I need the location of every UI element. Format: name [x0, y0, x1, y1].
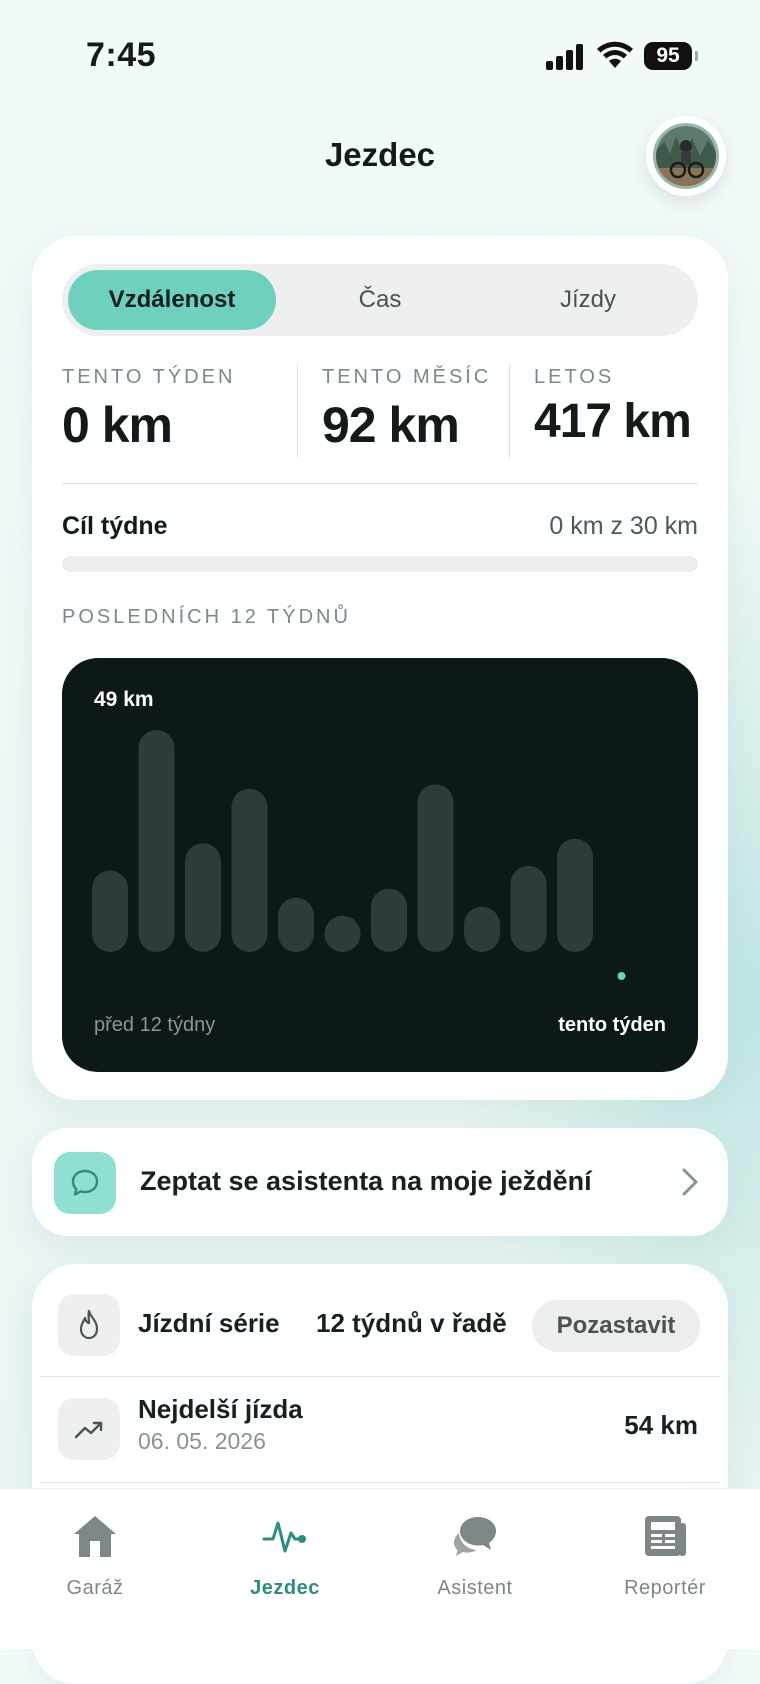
longest-ride-date: 06. 05. 2026: [138, 1428, 266, 1454]
status-bar: 7:45 95: [0, 0, 760, 110]
ask-assistant-button[interactable]: Zeptat se asistenta na moje ježdění: [32, 1128, 728, 1236]
streak-value: 12 týdnů v řadě: [316, 1308, 507, 1338]
chart-bar-week-10: [510, 865, 547, 952]
weekly-goal-progress: [62, 556, 698, 572]
chart-end-label: tento týden: [558, 1014, 666, 1036]
chart-start-label: před 12 týdny: [94, 1014, 216, 1036]
divider: [40, 1482, 720, 1483]
weekly-goal-value: 0 km z 30 km: [549, 512, 698, 540]
newspaper-icon: [645, 1516, 686, 1556]
divider: [509, 364, 510, 458]
divider: [297, 364, 298, 458]
chart-bar-week-1: [92, 870, 128, 952]
wifi-icon: [597, 41, 633, 68]
stat-week-value: 0 km: [62, 397, 173, 453]
flame-icon: [58, 1294, 120, 1356]
tab-label: Garáž: [66, 1577, 124, 1599]
segment-rides[interactable]: Jízdy: [484, 270, 692, 330]
longest-ride-title: Nejdelší jízda: [138, 1394, 303, 1424]
tab-reporter[interactable]: Reportér: [570, 1501, 760, 1611]
status-time: 7:45: [86, 36, 157, 74]
tab-garage[interactable]: Garáž: [0, 1501, 190, 1611]
weekly-goal-label: Cíl týdne: [62, 512, 168, 540]
trending-up-icon: [58, 1398, 120, 1460]
tab-assistant[interactable]: Asistent: [380, 1501, 570, 1611]
chart-bar-week-5: [278, 897, 314, 952]
tab-rider[interactable]: Jezdec: [190, 1501, 380, 1611]
stat-week-label: TENTO TÝDEN: [62, 366, 236, 388]
stat-month-value: 92 km: [322, 397, 460, 453]
bottom-tab-bar: Garáž Jezdec Asistent Reportér: [0, 1488, 760, 1649]
chart-bar-week-7: [371, 888, 407, 952]
weekly-distance-chart: 49 km před 12 týdny tento týden: [62, 658, 698, 1072]
chart-bar-week-9: [464, 906, 500, 952]
activity-icon: [262, 1521, 306, 1553]
divider: [40, 1376, 720, 1377]
chart-max-label: 49 km: [94, 688, 154, 711]
chart-bar-week-11: [557, 838, 593, 952]
chat-bubble-icon: [54, 1152, 116, 1214]
chevron-right-icon: [682, 1168, 698, 1196]
tab-label: Reportér: [624, 1577, 706, 1599]
chart-bar-week-12: [617, 972, 626, 980]
tab-label: Jezdec: [250, 1577, 320, 1599]
longest-ride-value: 54 km: [624, 1410, 698, 1440]
stat-year-value: 417 km: [534, 395, 692, 448]
stat-month-label: TENTO MĚSÍC: [322, 366, 492, 388]
tab-label: Asistent: [437, 1577, 513, 1599]
streak-title: Jízdní série: [138, 1308, 280, 1338]
divider: [62, 483, 698, 484]
chat-icon: [454, 1517, 496, 1556]
stat-year-label: LETOS: [534, 366, 615, 388]
metric-segmented-control: Vzdálenost Čas Jízdy: [62, 264, 698, 336]
chart-bar-week-4: [231, 788, 268, 952]
avatar: [653, 123, 719, 189]
segment-time[interactable]: Čas: [276, 270, 484, 330]
chart-bar-week-2: [138, 730, 175, 952]
chart-bar-week-6: [324, 915, 361, 952]
chart-bar-week-3: [185, 843, 221, 952]
chart-bar-week-8: [417, 784, 454, 952]
chart-bars: [92, 730, 626, 980]
signal-icon: [546, 44, 583, 70]
stats-card: Vzdálenost Čas Jízdy TENTO TÝDEN 0 km TE…: [32, 236, 728, 1100]
ask-assistant-label: Zeptat se asistenta na moje ježdění: [140, 1166, 592, 1196]
pause-streak-button[interactable]: Pozastavit: [532, 1300, 700, 1352]
battery-indicator: 95: [644, 42, 698, 70]
home-icon: [74, 1516, 116, 1557]
segment-distance[interactable]: Vzdálenost: [68, 270, 276, 330]
profile-avatar-button[interactable]: [646, 116, 726, 196]
weeks-section-label: POSLEDNÍCH 12 TÝDNŮ: [62, 606, 351, 628]
